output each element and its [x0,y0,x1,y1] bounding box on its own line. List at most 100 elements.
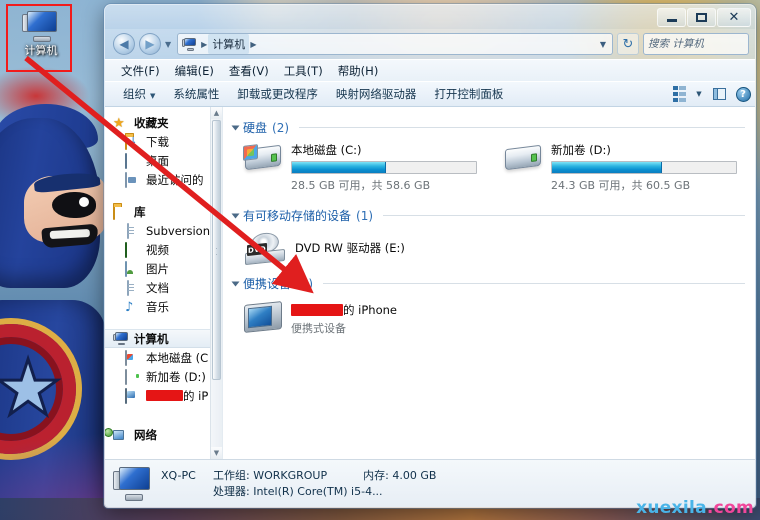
chevron-down-icon: ▼ [696,90,702,98]
views-icon [672,86,686,102]
scrollbar-thumb[interactable] [212,120,221,380]
menu-help[interactable]: 帮助(H) [331,61,386,81]
device-item-iphone[interactable]: 的 iPhone 便携式设备 [229,295,755,336]
sidebar-item-music[interactable]: ♪ 音乐 [105,297,222,316]
organize-label: 组织 [123,87,146,101]
menu-tools[interactable]: 工具(T) [277,61,330,81]
navigation-pane[interactable]: ★ 收藏夹 ↓ 下载 桌面 最近访问的 库 Subversion 视频 图片 文… [105,107,223,459]
back-button[interactable]: ◀ [113,33,135,55]
search-box[interactable]: ⚲ [643,33,755,55]
sidebar-group-network: 网络 [105,425,222,444]
memory-value: 4.00 GB [392,468,437,482]
pc-name: XQ-PC [161,468,196,482]
group-header-portable-devices[interactable]: 便携设备 (1) [229,271,755,295]
sidebar-item-iphone[interactable]: 的 iP [105,386,222,405]
desktop-item-computer[interactable]: 计算机 [10,8,72,70]
drive-item-c[interactable]: 本地磁盘 (C:) 28.5 GB 可用，共 58.6 GB [229,141,489,193]
chevron-down-icon: ▼ [150,92,156,100]
sidebar-item-label: 桌面 [146,153,169,168]
sidebar-item-downloads[interactable]: ↓ 下载 [105,132,222,151]
computer-icon [113,467,153,501]
sidebar-item-subversion[interactable]: Subversion [105,221,222,240]
sidebar-item-label: 文档 [146,280,169,295]
change-view-caret[interactable]: ▼ [691,84,707,104]
device-name-suffix: 的 iPhone [343,303,397,317]
group-title: 有可移动存储的设备 [243,209,352,223]
system-properties-button[interactable]: 系统属性 [164,83,228,105]
portable-device-icon [125,387,141,404]
sidebar-item-recent-places[interactable]: 最近访问的 [105,170,222,189]
collapse-triangle-icon[interactable] [231,213,240,218]
sidebar-scrollbar[interactable]: ▲ ▼ [210,107,222,459]
sidebar-item-network[interactable]: 网络 [105,425,222,444]
details-indent [161,484,213,500]
device-item-dvd[interactable]: DVD DVD RW 驱动器 (E:) [229,227,755,271]
sidebar-item-desktop[interactable]: 桌面 [105,151,222,170]
sidebar-item-new-volume-d[interactable]: 新加卷 (D:) [105,367,222,386]
processor-value: Intel(R) Core(TM) i5-4... [253,484,383,498]
sidebar-item-local-disk-c[interactable]: 本地磁盘 (C [105,348,222,367]
menu-view[interactable]: 查看(V) [222,61,276,81]
drive-list: 本地磁盘 (C:) 28.5 GB 可用，共 58.6 GB 新加卷 (D:) [229,139,755,203]
downloads-folder-icon: ↓ [125,133,141,150]
computer-base-part [33,36,51,42]
close-button[interactable]: ✕ [717,8,751,27]
drive-item-d[interactable]: 新加卷 (D:) 24.3 GB 可用，共 60.5 GB [489,141,749,193]
search-input[interactable] [648,38,755,50]
redacted-name [146,390,183,401]
menu-file[interactable]: 文件(F) [114,61,167,81]
map-network-drive-button[interactable]: 映射网络驱动器 [327,83,426,105]
sidebar-item-computer[interactable]: 计算机 [105,329,222,348]
command-bar: 组织 ▼ 系统属性 卸载或更改程序 映射网络驱动器 打开控制面板 ▼ ? [105,81,755,107]
sidebar-item-libraries[interactable]: 库 [105,202,222,221]
dvd-label-badge: DVD [247,242,267,257]
maximize-icon [696,13,707,22]
scroll-up-icon[interactable]: ▲ [211,107,222,119]
change-view-button[interactable] [667,84,691,104]
computer-base-part [117,342,126,345]
breadcrumb[interactable]: ▶ 计算机 ▶ ▼ [177,33,613,55]
forward-button[interactable]: ▶ [139,33,161,55]
hard-drive-icon [125,368,141,385]
sidebar-item-videos[interactable]: 视频 [105,240,222,259]
computer-screen-part [115,332,128,341]
sidebar-item-label: 库 [134,204,146,219]
breadcrumb-separator-icon[interactable]: ▶ [249,40,257,49]
refresh-button[interactable]: ↻ [617,33,639,55]
capacity-bar-fill [292,162,386,173]
help-icon: ? [735,86,751,102]
open-control-panel-button[interactable]: 打开控制面板 [425,83,512,105]
collapse-triangle-icon[interactable] [231,125,240,130]
preview-pane-button[interactable] [707,84,731,104]
breadcrumb-history-caret-icon[interactable]: ▼ [600,40,610,49]
group-header-hard-disks[interactable]: 硬盘 (2) [229,115,755,139]
group-divider [383,215,745,216]
maximize-button[interactable] [687,8,716,27]
window-titlebar[interactable]: ✕ [105,5,755,29]
help-button[interactable]: ? [731,84,755,104]
dvd-drive-icon: DVD [243,230,287,266]
sidebar-item-favorites[interactable]: ★ 收藏夹 [105,113,222,132]
group-header-removable-storage[interactable]: 有可移动存储的设备 (1) [229,203,755,227]
collapse-triangle-icon[interactable] [231,281,240,286]
scroll-down-icon[interactable]: ▼ [211,447,222,459]
desktop-icon [125,152,141,169]
sidebar-item-label: 新加卷 (D:) [146,369,206,384]
group-count: (2) [272,120,290,135]
redacted-name [291,304,343,316]
sidebar-item-pictures[interactable]: 图片 [105,259,222,278]
menu-edit[interactable]: 编辑(E) [168,61,221,81]
capacity-bar [291,161,477,174]
sidebar-item-documents[interactable]: 文档 [105,278,222,297]
computer-screen-part [184,37,196,47]
file-list-pane[interactable]: 硬盘 (2) 本地磁盘 (C:) 28.5 GB 可用，共 58.6 GB 新加… [223,107,755,459]
breadcrumb-separator-icon[interactable]: ▶ [200,40,208,49]
recent-pages-caret-icon[interactable]: ▼ [165,40,171,49]
breadcrumb-item-computer[interactable]: 计算机 [208,34,250,54]
minimize-button[interactable] [657,8,686,27]
windows-drive-icon [243,141,285,177]
uninstall-change-program-button[interactable]: 卸载或更改程序 [228,83,327,105]
organize-button[interactable]: 组织 ▼ [114,83,164,105]
